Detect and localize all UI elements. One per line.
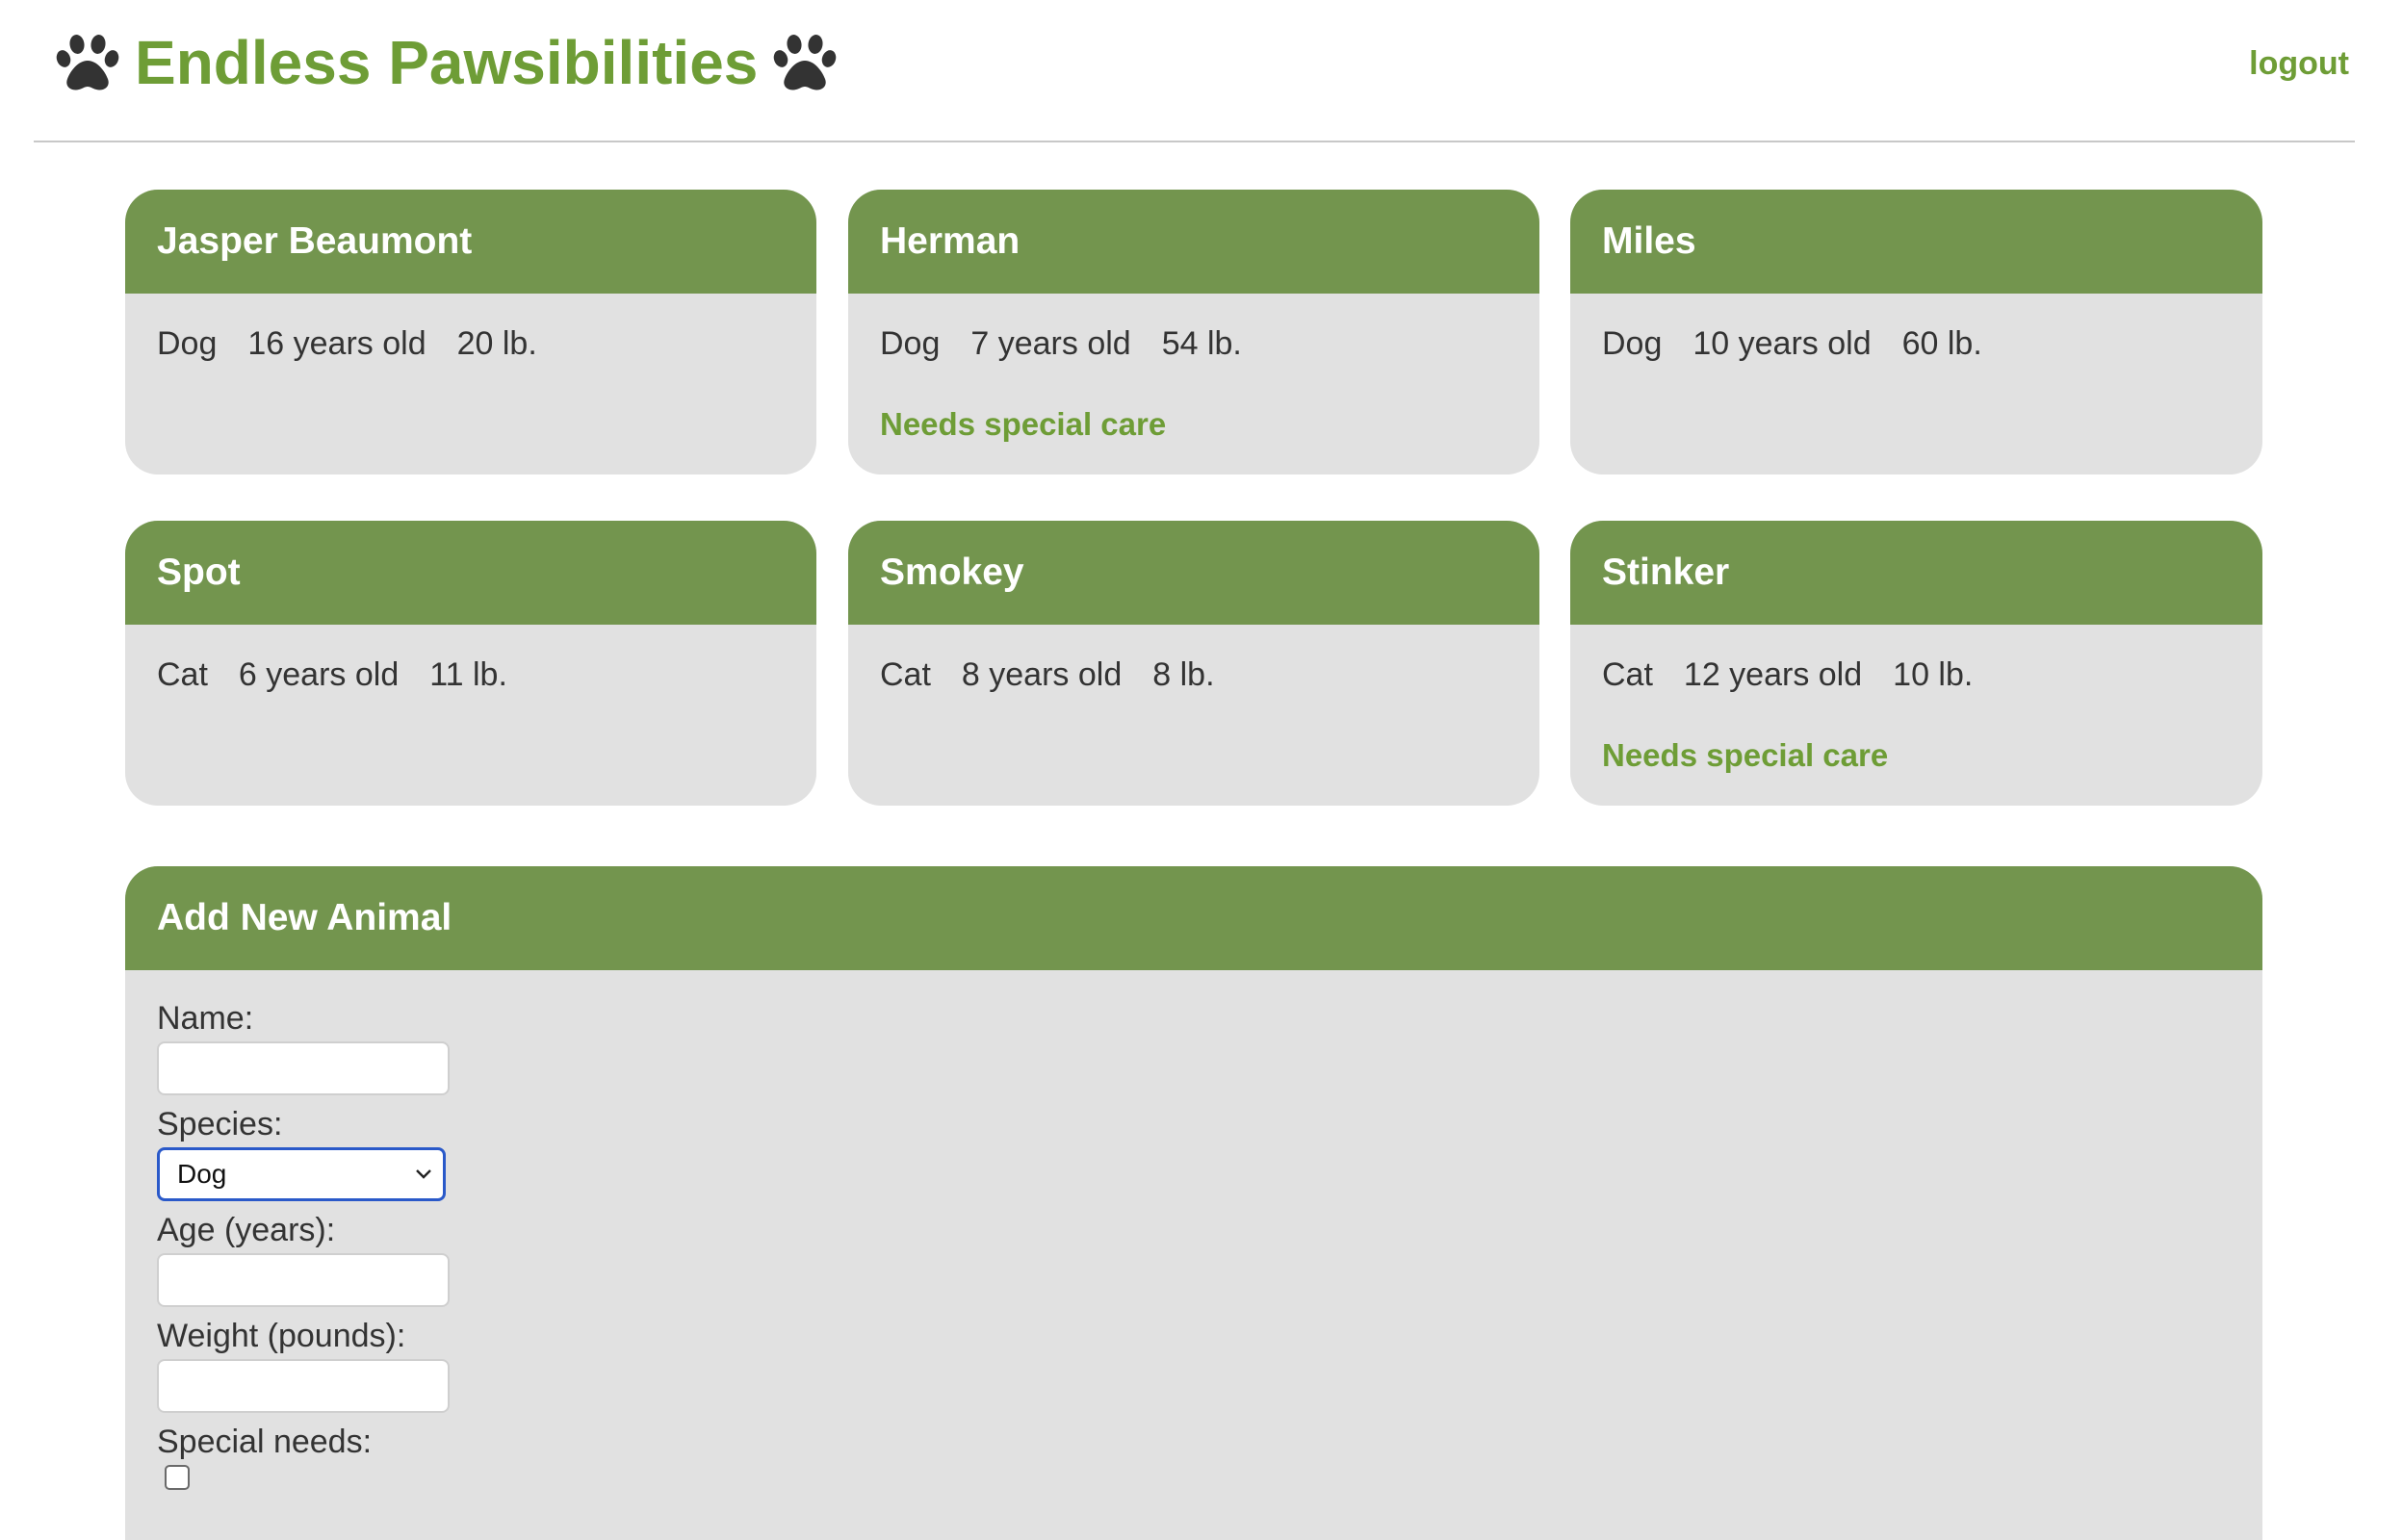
paw-icon	[774, 35, 837, 90]
brand: Endless Pawsibilities	[54, 23, 839, 102]
animal-card: Miles Dog 10 years old 60 lb.	[1570, 190, 2262, 475]
animal-card-header: Smokey	[848, 521, 1539, 625]
form-header: Add New Animal	[125, 866, 2262, 970]
animal-weight: 20 lb.	[456, 325, 537, 362]
animal-facts: Dog 10 years old 60 lb.	[1602, 322, 2231, 365]
animal-species: Dog	[157, 325, 218, 362]
animal-card: Spot Cat 6 years old 11 lb.	[125, 521, 816, 806]
animal-weight: 11 lb.	[429, 656, 507, 693]
animal-name: Miles	[1602, 220, 1696, 262]
animal-name: Herman	[880, 220, 1021, 262]
add-animal-form: Add New Animal Name: Species: Dog Age (y…	[125, 866, 2262, 1540]
animal-card-header: Jasper Beaumont	[125, 190, 816, 294]
species-selected-value: Dog	[177, 1159, 227, 1189]
special-care-note: Needs special care	[1602, 737, 1889, 773]
animal-name: Jasper Beaumont	[157, 220, 473, 262]
animal-age: 8 years old	[961, 656, 1123, 693]
animal-card-header: Stinker	[1570, 521, 2262, 625]
animal-name: Spot	[157, 552, 241, 593]
animal-age: 6 years old	[238, 656, 400, 693]
animal-facts: Dog 7 years old 54 lb.	[880, 322, 1508, 365]
animal-age: 10 years old	[1692, 325, 1872, 362]
animal-weight: 54 lb.	[1161, 325, 1242, 362]
animal-facts: Dog 16 years old 20 lb.	[157, 322, 785, 365]
special-needs-label: Special needs:	[157, 1424, 373, 1460]
animal-weight: 10 lb.	[1893, 656, 1974, 693]
animal-species: Dog	[1602, 325, 1663, 362]
animal-name: Stinker	[1602, 552, 1730, 593]
animal-facts: Cat 8 years old 8 lb.	[880, 654, 1508, 696]
animal-card: Jasper Beaumont Dog 16 years old 20 lb.	[125, 190, 816, 475]
animal-facts: Cat 12 years old 10 lb.	[1602, 654, 2231, 696]
age-label: Age (years):	[157, 1212, 336, 1248]
animal-age: 16 years old	[247, 325, 426, 362]
site-title: Endless Pawsibilities	[135, 28, 759, 97]
animal-name: Smokey	[880, 552, 1024, 593]
animal-card: Herman Dog 7 years old 54 lb. Needs spec…	[848, 190, 1539, 475]
animal-species: Cat	[157, 656, 208, 693]
site-header: Endless Pawsibilities logout	[0, 0, 2403, 142]
name-label: Name:	[157, 1000, 254, 1037]
weight-label: Weight (pounds):	[157, 1318, 406, 1354]
animal-card-header: Spot	[125, 521, 816, 625]
weight-input[interactable]	[157, 1359, 450, 1413]
animal-facts: Cat 6 years old 11 lb.	[157, 654, 785, 696]
animal-species: Dog	[880, 325, 941, 362]
animal-age: 12 years old	[1683, 656, 1863, 693]
animal-weight: 8 lb.	[1152, 656, 1215, 693]
species-select[interactable]: Dog	[157, 1147, 446, 1201]
paw-icon	[56, 35, 119, 90]
species-label: Species:	[157, 1106, 283, 1142]
form-title: Add New Animal	[157, 897, 452, 938]
name-input[interactable]	[157, 1041, 450, 1095]
animal-card-header: Herman	[848, 190, 1539, 294]
animal-species: Cat	[880, 656, 931, 693]
special-needs-checkbox[interactable]	[165, 1465, 190, 1490]
chevron-down-icon	[416, 1169, 431, 1179]
special-care-note: Needs special care	[880, 406, 1167, 442]
animal-card: Smokey Cat 8 years old 8 lb.	[848, 521, 1539, 806]
animal-weight: 60 lb.	[1901, 325, 1982, 362]
header-divider	[34, 141, 2355, 142]
animal-card-header: Miles	[1570, 190, 2262, 294]
logout-link[interactable]: logout	[2249, 42, 2349, 85]
animal-card: Stinker Cat 12 years old 10 lb. Needs sp…	[1570, 521, 2262, 806]
age-input[interactable]	[157, 1253, 450, 1307]
animal-age: 7 years old	[970, 325, 1131, 362]
animal-species: Cat	[1602, 656, 1653, 693]
